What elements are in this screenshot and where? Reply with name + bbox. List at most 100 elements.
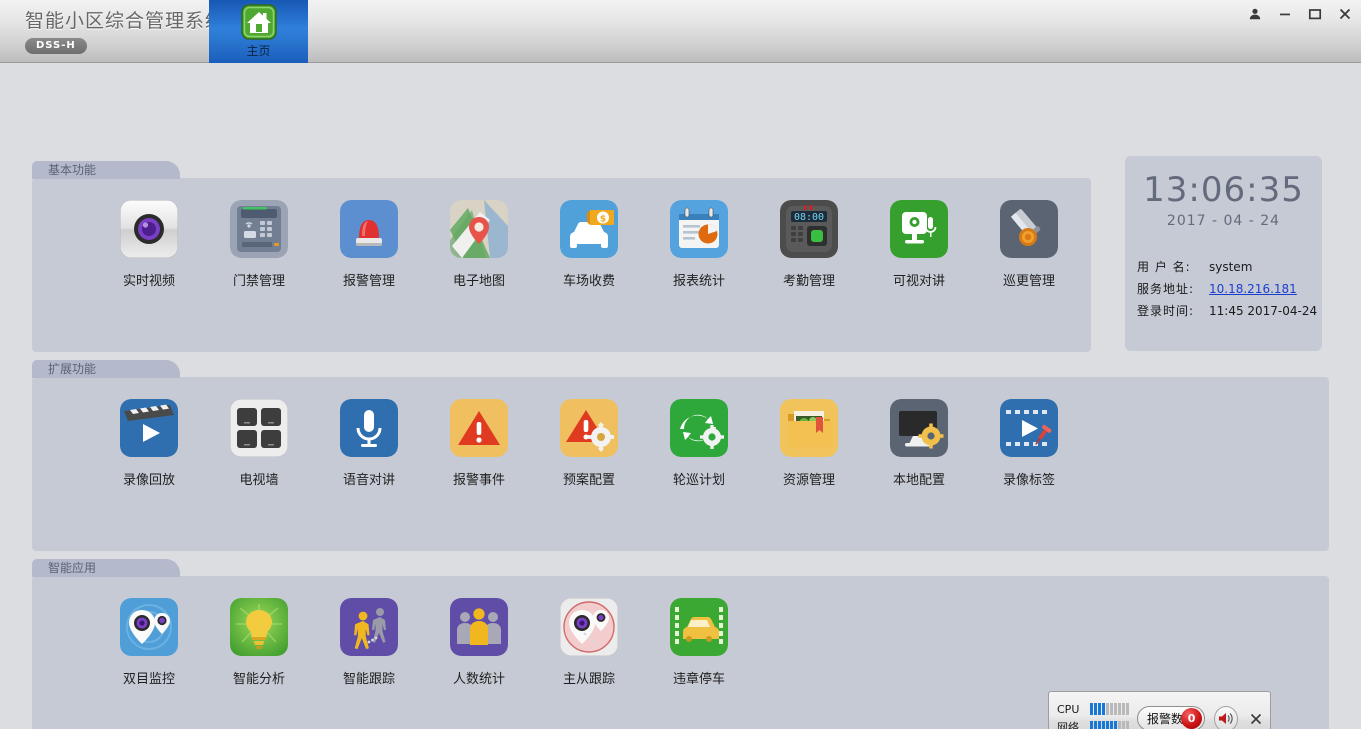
server-address-label: 服务地址: xyxy=(1137,282,1195,296)
local-config-icon xyxy=(890,399,948,457)
minimize-icon[interactable] xyxy=(1277,6,1293,22)
app-record-tag[interactable]: 录像标签 xyxy=(974,399,1084,488)
info-row-server-address: 服务地址: 10.18.216.181 xyxy=(1137,278,1322,300)
voice-intercom-icon xyxy=(340,399,398,457)
master-slave-tracking-icon xyxy=(560,598,618,656)
cpu-bars xyxy=(1090,703,1129,715)
app-label: 录像回放 xyxy=(122,473,175,488)
meter-bar xyxy=(1106,703,1109,715)
close-icon[interactable] xyxy=(1337,6,1353,22)
app-patrol-management[interactable]: 巡更管理 xyxy=(974,200,1084,289)
info-panel: 13:06:35 2017 - 04 - 24 用 户 名: system 服务… xyxy=(1125,156,1322,351)
login-time-value: 11:45 2017-04-24 xyxy=(1209,304,1318,318)
tab-home[interactable]: 主页 xyxy=(209,0,308,63)
meter-bar xyxy=(1122,720,1125,729)
app-video-intercom[interactable]: 可视对讲 xyxy=(864,200,974,289)
app-live-video[interactable]: 实时视频 xyxy=(94,200,204,289)
app-binocular-monitor[interactable]: 双目监控 xyxy=(94,598,204,687)
speaker-mute-icon[interactable] xyxy=(1214,705,1238,729)
app-label: 违章停车 xyxy=(672,672,725,687)
meter-bar xyxy=(1102,720,1105,729)
app-people-counting[interactable]: 人数统计 xyxy=(424,598,534,687)
meter-bar xyxy=(1090,703,1093,715)
info-rows: 用 户 名: system 服务地址: 10.18.216.181 登录时间: … xyxy=(1125,256,1322,322)
app-illegal-parking[interactable]: 违章停车 xyxy=(644,598,754,687)
meter-bar xyxy=(1118,720,1121,729)
video-intercom-icon xyxy=(890,200,948,258)
home-icon xyxy=(240,4,277,40)
app-smart-tracking[interactable]: 智能跟踪 xyxy=(314,598,424,687)
network-meter: 网络 xyxy=(1057,719,1129,729)
app-label: 电视墙 xyxy=(239,473,279,488)
maximize-icon[interactable] xyxy=(1307,6,1323,22)
user-icon[interactable] xyxy=(1247,6,1263,22)
meter-bar xyxy=(1126,703,1129,715)
app-label: 车场收费 xyxy=(562,274,615,289)
binocular-monitor-icon xyxy=(120,598,178,656)
access-control-icon xyxy=(230,200,288,258)
app-label: 考勤管理 xyxy=(782,274,835,289)
app-smart-analysis[interactable]: 智能分析 xyxy=(204,598,314,687)
panel-basic-title: 基本功能 xyxy=(32,161,180,179)
app-label: 可视对讲 xyxy=(892,274,945,289)
app-tv-wall[interactable]: 电视墙 xyxy=(204,399,314,488)
alarm-count-label: 报警数 xyxy=(1147,712,1184,726)
app-label: 智能分析 xyxy=(232,672,285,687)
alarm-management-icon xyxy=(340,200,398,258)
meter-bar xyxy=(1118,703,1121,715)
record-tag-icon xyxy=(1000,399,1058,457)
product-badge: DSS-H xyxy=(25,38,87,54)
info-row-login-time: 登录时间: 11:45 2017-04-24 xyxy=(1137,300,1322,322)
app-parking-fee[interactable]: $ 车场收费 xyxy=(534,200,644,289)
app-label: 报警管理 xyxy=(342,274,395,289)
cpu-label: CPU xyxy=(1057,702,1080,716)
status-widget: CPU 网络 报警数 0 xyxy=(1048,691,1271,729)
status-widget-close-icon[interactable] xyxy=(1248,710,1264,728)
report-statistics-icon xyxy=(670,200,728,258)
server-address-link[interactable]: 10.18.216.181 xyxy=(1209,278,1297,300)
smart-analysis-icon xyxy=(230,598,288,656)
meter-bar xyxy=(1110,720,1113,729)
alarm-count-badge: 0 xyxy=(1181,708,1203,729)
title-bar: 智能小区综合管理系统 DSS-H 主页 xyxy=(0,0,1361,63)
meter-bar xyxy=(1106,720,1109,729)
app-report-statistics[interactable]: 报表统计 xyxy=(644,200,754,289)
app-plan-config[interactable]: 预案配置 xyxy=(534,399,644,488)
app-access-control[interactable]: 门禁管理 xyxy=(204,200,314,289)
app-alarm-event[interactable]: 报警事件 xyxy=(424,399,534,488)
app-local-config[interactable]: 本地配置 xyxy=(864,399,974,488)
alarm-count-button[interactable]: 报警数 0 xyxy=(1137,706,1206,729)
app-label: 智能跟踪 xyxy=(342,672,395,687)
clock-time: 13:06:35 xyxy=(1143,170,1304,210)
app-label: 轮巡计划 xyxy=(672,473,725,488)
panel-basic-functions: 基本功能 实时视频 门禁管理 报警管理 电子地图 $ 车场收费 报表统计 08:… xyxy=(32,161,1091,352)
app-playback[interactable]: 录像回放 xyxy=(94,399,204,488)
playback-icon xyxy=(120,399,178,457)
network-bars xyxy=(1090,720,1129,729)
app-label: 语音对讲 xyxy=(342,473,395,488)
meter-bar xyxy=(1090,720,1093,729)
app-label: 人数统计 xyxy=(452,672,505,687)
plan-config-icon xyxy=(560,399,618,457)
app-voice-intercom[interactable]: 语音对讲 xyxy=(314,399,424,488)
meter-bar xyxy=(1098,720,1101,729)
panel-extended-title: 扩展功能 xyxy=(32,360,180,378)
app-label: 报警事件 xyxy=(452,473,505,488)
app-label: 预案配置 xyxy=(562,473,615,488)
app-alarm-management[interactable]: 报警管理 xyxy=(314,200,424,289)
app-tour-plan[interactable]: 轮巡计划 xyxy=(644,399,754,488)
brand: 智能小区综合管理系统 DSS-H xyxy=(25,6,224,54)
app-electronic-map[interactable]: 电子地图 xyxy=(424,200,534,289)
window-controls xyxy=(1247,6,1353,22)
panel-smart-apps: 双目监控 智能分析 智能跟踪 人数统计 主从跟踪 违章停车 xyxy=(32,598,754,687)
login-time-label: 登录时间: xyxy=(1137,304,1195,318)
electronic-map-icon xyxy=(450,200,508,258)
app-label: 实时视频 xyxy=(122,274,175,289)
app-master-slave-tracking[interactable]: 主从跟踪 xyxy=(534,598,644,687)
app-resource-management[interactable]: 资源管理 xyxy=(754,399,864,488)
app-label: 电子地图 xyxy=(452,274,505,289)
app-attendance[interactable]: 08:00 考勤管理 xyxy=(754,200,864,289)
panel-extended-apps: 录像回放 电视墙 语音对讲 报警事件 预案配置 轮巡计划 资源管理 本地配置 录… xyxy=(32,399,1084,488)
tab-home-label: 主页 xyxy=(246,44,271,58)
meter-bar xyxy=(1102,703,1105,715)
